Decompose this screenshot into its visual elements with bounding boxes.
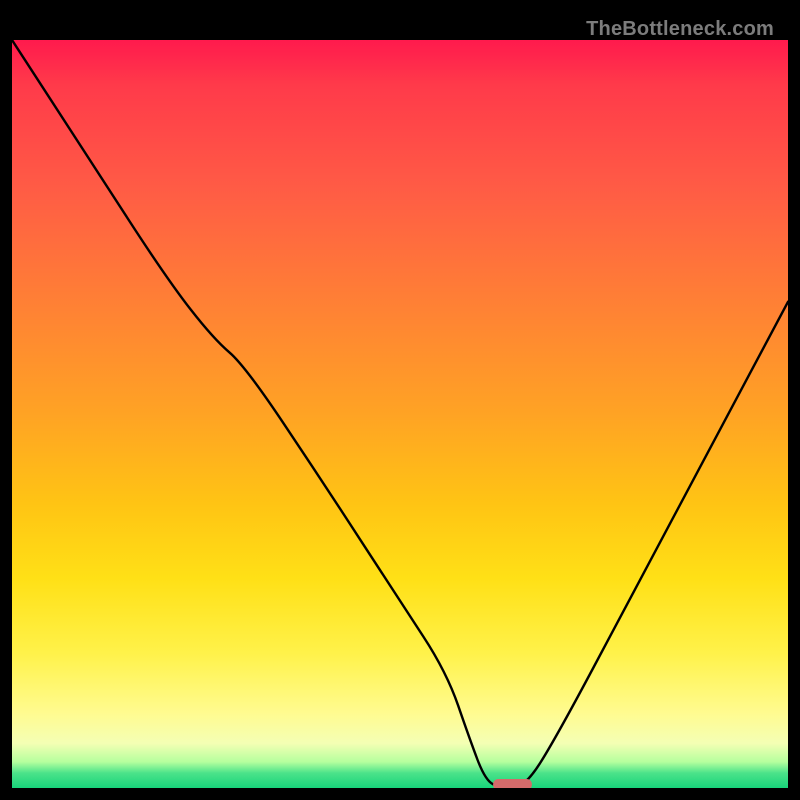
bottleneck-curve (12, 40, 788, 788)
watermark-label: TheBottleneck.com (586, 18, 774, 41)
plot-area (12, 40, 788, 788)
chart-frame: TheBottleneck.com (12, 12, 788, 788)
optimal-marker (493, 779, 532, 788)
chart-svg (12, 40, 788, 788)
